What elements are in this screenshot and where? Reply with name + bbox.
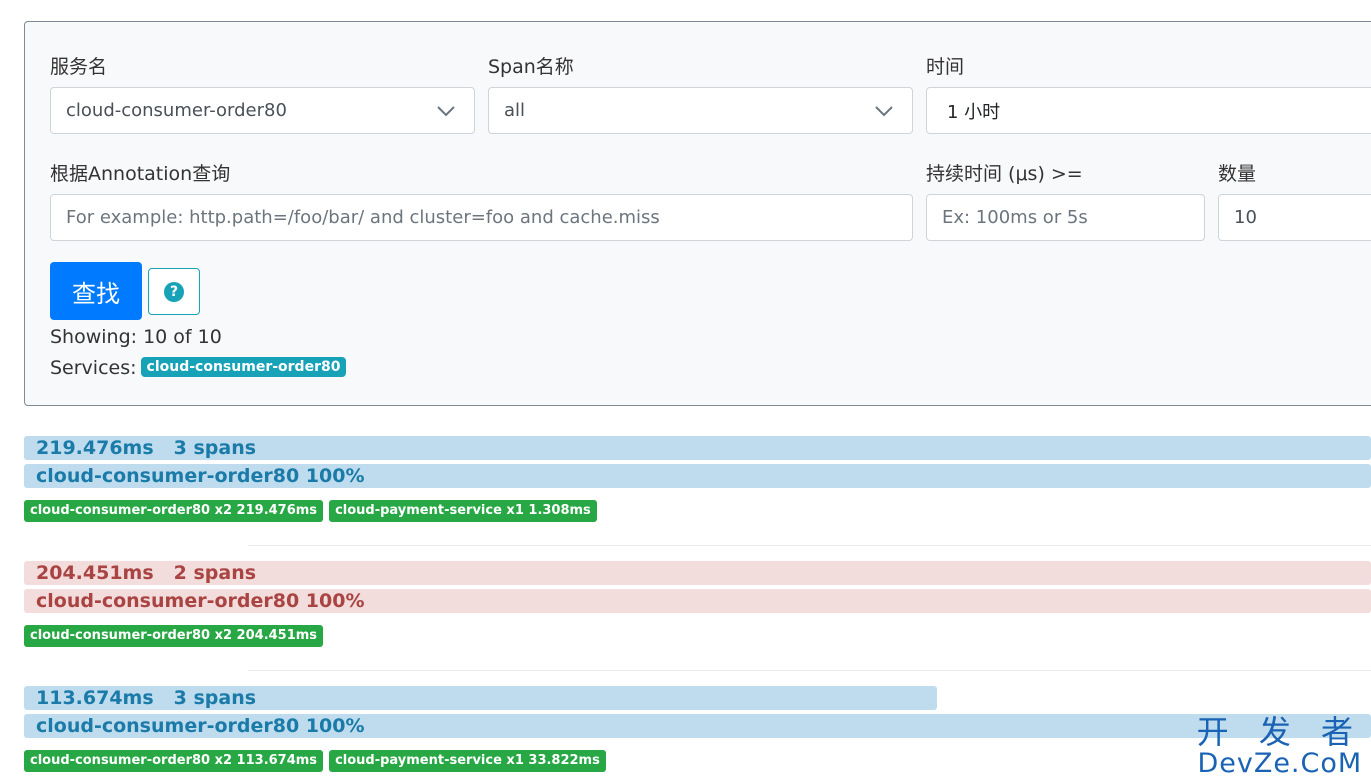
service-duration-badge: cloud-consumer-order80 x2 204.451ms xyxy=(24,625,324,647)
trace-span-count: 2 spans xyxy=(173,562,257,584)
trace-service-percent: cloud-consumer-order80 100% xyxy=(36,715,365,737)
limit-input[interactable]: 10 xyxy=(1218,194,1371,241)
trace-duration-bar[interactable]: 204.451ms 2 spans xyxy=(24,561,1371,585)
trace-duration-bar[interactable]: 219.476ms 3 spans xyxy=(24,436,1371,460)
services-label: Services: xyxy=(50,357,137,379)
showing-count: Showing: 10 of 10 xyxy=(50,326,222,348)
search-button[interactable]: 查找 xyxy=(50,262,142,320)
span-name-label: Span名称 xyxy=(488,56,574,78)
annotation-query-input[interactable]: For example: http.path=/foo/bar/ and clu… xyxy=(50,194,913,241)
watermark-line2: DevZe.CoM xyxy=(1197,748,1363,779)
trace-service-bar: cloud-consumer-order80 100% xyxy=(24,589,1371,613)
trace-service-percent: cloud-consumer-order80 100% xyxy=(36,465,365,487)
watermark-logo: 开 发 者 DevZe.CoM xyxy=(1197,716,1363,777)
min-duration-input[interactable]: Ex: 100ms or 5s xyxy=(926,194,1205,241)
min-duration-label: 持续时间 (μs) >= xyxy=(926,163,1083,185)
trace-service-bar: cloud-consumer-order80 100% xyxy=(24,714,1371,738)
min-duration-placeholder: Ex: 100ms or 5s xyxy=(942,207,1088,228)
trace-span-count: 3 spans xyxy=(173,687,257,709)
trace-duration: 113.674ms xyxy=(36,687,154,709)
service-duration-badge: cloud-payment-service x1 1.308ms xyxy=(329,500,597,522)
service-name-value: cloud-consumer-order80 xyxy=(66,100,287,121)
trace-divider xyxy=(248,670,1371,671)
help-button[interactable]: ? xyxy=(148,268,200,315)
trace-duration: 219.476ms xyxy=(36,437,154,459)
trace-badges: cloud-consumer-order80 x2 113.674ms clou… xyxy=(24,750,606,772)
chevron-down-icon xyxy=(437,106,455,117)
trace-badges: cloud-consumer-order80 x2 204.451ms xyxy=(24,625,324,647)
service-badge[interactable]: cloud-consumer-order80 xyxy=(140,356,347,377)
trace-service-percent: cloud-consumer-order80 100% xyxy=(36,590,365,612)
trace-badges: cloud-consumer-order80 x2 219.476ms clou… xyxy=(24,500,597,522)
limit-value: 10 xyxy=(1234,207,1257,228)
trace-duration-bar[interactable]: 113.674ms 3 spans xyxy=(24,686,938,710)
watermark-line1: 开 发 者 xyxy=(1196,713,1363,751)
trace-divider xyxy=(248,545,1371,546)
trace-service-bar: cloud-consumer-order80 100% xyxy=(24,464,1371,488)
time-range-select[interactable]: 1 小时 xyxy=(926,87,1371,134)
service-name-label: 服务名 xyxy=(50,56,108,78)
service-duration-badge: cloud-payment-service x1 33.822ms xyxy=(329,750,606,772)
annotation-query-placeholder: For example: http.path=/foo/bar/ and clu… xyxy=(66,207,660,228)
trace-span-count: 3 spans xyxy=(173,437,257,459)
chevron-down-icon xyxy=(875,106,893,117)
span-name-select[interactable]: all xyxy=(488,87,913,134)
time-label: 时间 xyxy=(926,56,965,78)
services-row: Services: cloud-consumer-order80 xyxy=(50,356,347,379)
time-range-value: 1 小时 xyxy=(947,101,1001,123)
annotation-query-label: 根据Annotation查询 xyxy=(50,163,231,185)
service-duration-badge: cloud-consumer-order80 x2 219.476ms xyxy=(24,500,324,522)
trace-duration: 204.451ms xyxy=(36,562,154,584)
service-name-select[interactable]: cloud-consumer-order80 xyxy=(50,87,475,134)
span-name-value: all xyxy=(504,100,526,121)
question-circle-icon: ? xyxy=(164,281,184,302)
service-duration-badge: cloud-consumer-order80 x2 113.674ms xyxy=(24,750,324,772)
limit-label: 数量 xyxy=(1218,163,1257,185)
